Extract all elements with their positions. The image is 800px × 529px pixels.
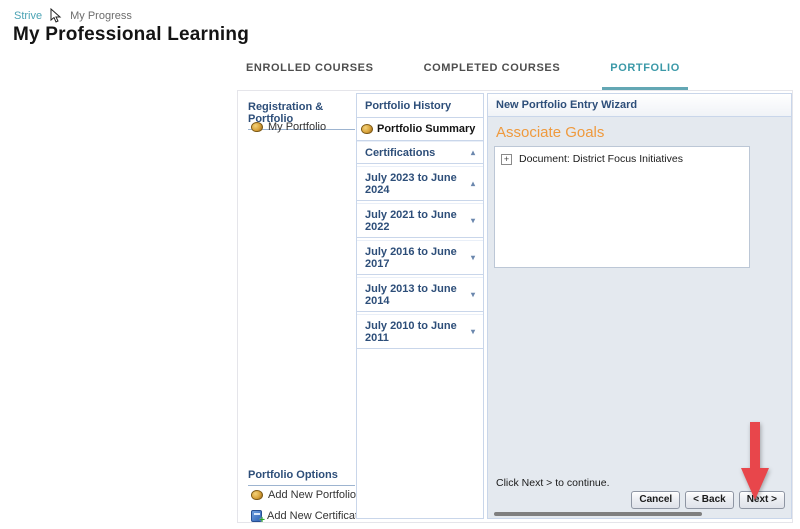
portfolio-icon xyxy=(251,122,263,132)
portfolio-options-header: Portfolio Options xyxy=(248,469,355,486)
registration-sidebar: Registration & Portfolio My Portfolio Po… xyxy=(238,91,356,522)
goal-tree-item-district-focus[interactable]: + Document: District Focus Initiatives xyxy=(495,147,749,171)
new-portfolio-entry-wizard: New Portfolio Entry Wizard Associate Goa… xyxy=(487,93,792,519)
section-label: July 2013 to June 2014 xyxy=(365,283,471,307)
tab-enrolled-courses[interactable]: ENROLLED COURSES xyxy=(238,56,382,90)
expand-arrow-icon[interactable]: ▾ xyxy=(471,328,475,336)
back-button[interactable]: < Back xyxy=(685,491,734,509)
sidebar-item-my-portfolio[interactable]: My Portfolio xyxy=(251,121,326,133)
tree-expand-icon[interactable]: + xyxy=(501,154,512,165)
my-portfolio-label: My Portfolio xyxy=(268,121,326,133)
breadcrumb-strive-link[interactable]: Strive xyxy=(14,10,42,22)
cancel-button[interactable]: Cancel xyxy=(631,491,680,509)
goal-item-label: Document: District Focus Initiatives xyxy=(519,153,683,165)
associate-goals-title: Associate Goals xyxy=(496,124,783,141)
expand-arrow-icon[interactable]: ▾ xyxy=(471,291,475,299)
portfolio-history-header: Portfolio History xyxy=(357,94,483,118)
certification-icon xyxy=(251,510,262,522)
collapse-arrow-icon[interactable]: ▴ xyxy=(471,180,475,188)
next-button[interactable]: Next > xyxy=(739,491,785,509)
portfolio-summary-item[interactable]: Portfolio Summary xyxy=(357,118,483,141)
history-section-2023-2024[interactable]: July 2023 to June 2024 ▴ xyxy=(357,166,483,201)
breadcrumb: Strive My Progress xyxy=(14,8,132,23)
tab-bar: ENROLLED COURSES COMPLETED COURSES PORTF… xyxy=(238,56,688,90)
history-section-2010-2011[interactable]: July 2010 to June 2011 ▾ xyxy=(357,314,483,349)
portfolio-summary-label: Portfolio Summary xyxy=(377,123,475,135)
wizard-header: New Portfolio Entry Wizard xyxy=(488,94,791,117)
collapse-arrow-icon[interactable]: ▴ xyxy=(471,149,475,157)
history-section-certifications[interactable]: Certifications ▴ xyxy=(357,141,483,164)
expand-arrow-icon[interactable]: ▾ xyxy=(471,217,475,225)
page-title: My Professional Learning xyxy=(13,24,249,46)
section-label: Certifications xyxy=(365,147,435,159)
section-label: July 2021 to June 2022 xyxy=(365,209,471,233)
page: Strive My Progress My Professional Learn… xyxy=(0,0,800,529)
wizard-body: Associate Goals + Document: District Foc… xyxy=(488,117,791,518)
breadcrumb-current: My Progress xyxy=(70,10,132,22)
wizard-button-row: Cancel < Back Next > xyxy=(631,491,785,509)
history-section-2013-2014[interactable]: July 2013 to June 2014 ▾ xyxy=(357,277,483,312)
history-section-2021-2022[interactable]: July 2021 to June 2022 ▾ xyxy=(357,203,483,238)
horizontal-scrollbar-thumb[interactable] xyxy=(494,512,702,516)
goals-tree-box: + Document: District Focus Initiatives xyxy=(494,146,750,268)
portfolio-icon xyxy=(251,490,263,500)
history-section-2016-2017[interactable]: July 2016 to June 2017 ▾ xyxy=(357,240,483,275)
tab-completed-courses[interactable]: COMPLETED COURSES xyxy=(416,56,569,90)
portfolio-history-panel: Portfolio History Portfolio Summary Cert… xyxy=(356,93,484,519)
portfolio-section: Registration & Portfolio My Portfolio Po… xyxy=(237,90,793,523)
section-label: July 2010 to June 2011 xyxy=(365,320,471,344)
wizard-hint-text: Click Next > to continue. xyxy=(496,477,610,489)
tab-portfolio[interactable]: PORTFOLIO xyxy=(602,56,688,90)
portfolio-icon xyxy=(361,124,373,134)
mouse-cursor-icon xyxy=(50,8,62,23)
expand-arrow-icon[interactable]: ▾ xyxy=(471,254,475,262)
section-label: July 2016 to June 2017 xyxy=(365,246,471,270)
add-new-certification-link[interactable]: Add New Certification xyxy=(251,510,373,522)
section-label: July 2023 to June 2024 xyxy=(365,172,471,196)
